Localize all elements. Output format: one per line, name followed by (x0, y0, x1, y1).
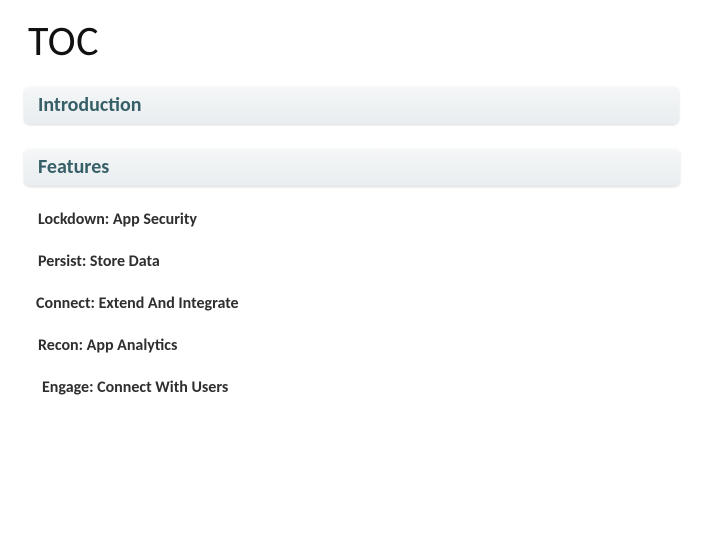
section-introduction-label: Introduction (38, 93, 141, 117)
section-introduction: Introduction (24, 86, 679, 124)
slide: TOC Introduction Features Lockdown: App … (0, 0, 720, 540)
feature-item-connect: Connect: Extend And Integrate (36, 294, 239, 313)
feature-item-persist: Persist: Store Data (38, 252, 160, 271)
section-features-label: Features (38, 155, 109, 179)
feature-item-recon: Recon: App Analytics (38, 336, 177, 355)
feature-item-engage: Engage: Connect With Users (42, 378, 228, 397)
feature-item-lockdown: Lockdown: App Security (38, 210, 197, 229)
section-features: Features (24, 148, 680, 186)
page-title: TOC (28, 16, 99, 67)
